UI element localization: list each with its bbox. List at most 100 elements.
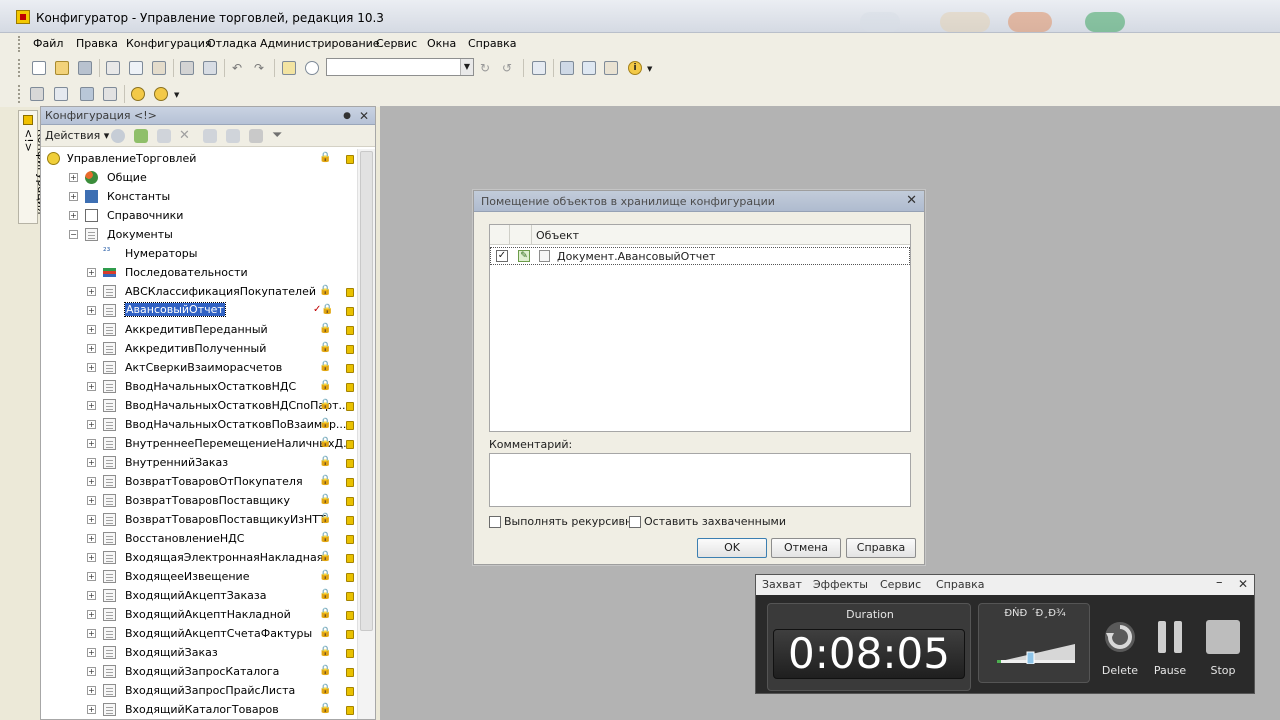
table-row[interactable]: ✓ ✎ Документ.АвансовыйОтчет [490,247,910,265]
help-search-icon[interactable] [580,59,598,77]
find-next-icon[interactable]: ↻ [478,59,496,77]
preview-icon[interactable] [201,59,219,77]
tree-item[interactable]: + ВосстановлениеНДС 🔒 [41,529,357,548]
expand-icon[interactable]: + [69,173,78,182]
config-tree-icon[interactable] [28,85,46,103]
scrollbar-thumb[interactable] [360,151,373,631]
sort-icon[interactable] [249,129,263,143]
search-icon[interactable] [303,59,321,77]
tree-item[interactable]: + ВходящийЗапросПрайсЛиста 🔒 [41,681,357,700]
move-down-icon[interactable] [226,129,240,143]
expand-icon[interactable]: + [87,382,96,391]
expand-icon[interactable]: + [87,629,96,638]
tree-item[interactable]: + Константы [41,187,357,206]
tree-item[interactable]: + Справочники [41,206,357,225]
expand-icon[interactable]: + [87,363,96,372]
expand-icon[interactable]: + [69,211,78,220]
move-up-icon[interactable] [203,129,217,143]
delete-button[interactable]: Delete [1096,619,1144,679]
form-icon[interactable] [101,85,119,103]
expand-icon[interactable]: + [87,458,96,467]
tree-item[interactable]: + АвансовыйОтчет ✓🔒 [41,301,357,320]
close-icon[interactable]: ✕ [359,109,369,123]
menu-windows[interactable]: Окна [427,37,456,50]
tree-item[interactable]: + ВходящийЗаказ 🔒 [41,643,357,662]
tree-item[interactable]: + ВозвратТоваровПоставщикуИзНТТ 🔒 [41,510,357,529]
run-debug-icon[interactable] [152,85,170,103]
help-button[interactable]: Справка [846,538,916,558]
stop-button[interactable]: Stop [1199,619,1247,679]
expand-icon[interactable]: + [87,306,96,315]
expand-icon[interactable]: + [87,325,96,334]
keep-captured-option[interactable]: Оставить захваченными [629,515,786,528]
delete-icon[interactable]: ✕ [179,129,193,143]
collapse-icon[interactable]: − [69,230,78,239]
expand-icon[interactable]: + [87,705,96,714]
redo-icon[interactable]: ↷ [252,59,270,77]
tree-item[interactable]: + ВводНачальныхОстатковНДСпоПарт... 🔒 [41,396,357,415]
expand-icon[interactable]: + [87,268,96,277]
tree-item[interactable]: + ВводНачальныхОстатковНДС 🔒 [41,377,357,396]
update-icon[interactable] [129,85,147,103]
add-icon[interactable] [111,129,125,143]
chevron-down-icon[interactable]: ▼ [460,59,473,75]
object-checkbox[interactable]: ✓ [496,250,508,262]
recursive-checkbox[interactable] [489,516,501,528]
find-prev-icon[interactable]: ↺ [500,59,518,77]
recorder-menu-service[interactable]: Сервис [880,578,921,591]
copy-icon[interactable] [127,59,145,77]
expand-icon[interactable]: + [87,667,96,676]
print-icon[interactable] [178,59,196,77]
new-icon[interactable] [30,59,48,77]
filter-icon[interactable]: ⏷ [272,129,286,143]
menu-service[interactable]: Сервис [376,37,417,50]
menu-help[interactable]: Справка [468,37,516,50]
volume-slider[interactable] [997,642,1075,664]
search-input[interactable]: ▼ [326,58,474,76]
expand-icon[interactable]: + [87,610,96,619]
expand-icon[interactable]: + [87,572,96,581]
tree-item[interactable]: + ВводНачальныхОстатковПоВзаимор... 🔒 [41,415,357,434]
menu-file[interactable]: Файл [33,37,63,50]
ok-button[interactable]: OK [697,538,767,558]
open-icon[interactable] [53,59,71,77]
book-icon[interactable] [602,59,620,77]
expand-icon[interactable]: + [87,553,96,562]
tree-item[interactable]: ²³ Нумераторы [41,244,357,263]
tree-scrollbar[interactable] [357,149,375,719]
close-icon[interactable]: ✕ [1238,577,1248,591]
syntax-assistant-icon[interactable] [558,59,576,77]
edit-icon[interactable] [134,129,148,143]
expand-icon[interactable]: + [87,591,96,600]
cut-icon[interactable] [104,59,122,77]
tree-item[interactable]: + АккредитивПереданный 🔒 [41,320,357,339]
expand-icon[interactable]: + [87,344,96,353]
tree-item[interactable]: + ВозвратТоваровПоставщику 🔒 [41,491,357,510]
recursive-option[interactable]: Выполнять рекурсивно [489,515,639,528]
recorder-menu-effects[interactable]: Эффекты [813,578,868,591]
menu-debug[interactable]: Отладка [207,37,257,50]
tree-item[interactable]: + ВходящийЗапросКаталога 🔒 [41,662,357,681]
menu-configuration[interactable]: Конфигурация [126,37,212,50]
tree-item[interactable]: + АккредитивПолученный 🔒 [41,339,357,358]
tree-item[interactable]: + АВСКлассификацияПокупателей 🔒 [41,282,357,301]
expand-icon[interactable]: + [87,401,96,410]
tree-item[interactable]: − Документы [41,225,357,244]
expand-icon[interactable]: + [87,287,96,296]
expand-icon[interactable]: + [87,515,96,524]
expand-icon[interactable]: + [87,648,96,657]
recorder-menu-help[interactable]: Справка [936,578,984,591]
tree-item[interactable]: + ВходящийАкцептЗаказа 🔒 [41,586,357,605]
tree-item[interactable]: + АктСверкиВзаиморасчетов 🔒 [41,358,357,377]
recorder-menu-capture[interactable]: Захват [762,578,802,591]
tree-item[interactable]: УправлениеТорговлей 🔒 [41,149,357,168]
pause-button[interactable]: Pause [1146,619,1194,679]
expand-icon[interactable]: + [87,496,96,505]
expand-icon[interactable]: + [87,686,96,695]
minimize-icon[interactable]: – [1216,575,1223,590]
actions-menu[interactable]: Действия ▾ [45,129,109,142]
tree-item[interactable]: + ВходящееИзвещение 🔒 [41,567,357,586]
menu-edit[interactable]: Правка [76,37,118,50]
tree-item[interactable]: + ВходящийАкцептНакладной 🔒 [41,605,357,624]
info-icon[interactable]: i [626,59,644,77]
